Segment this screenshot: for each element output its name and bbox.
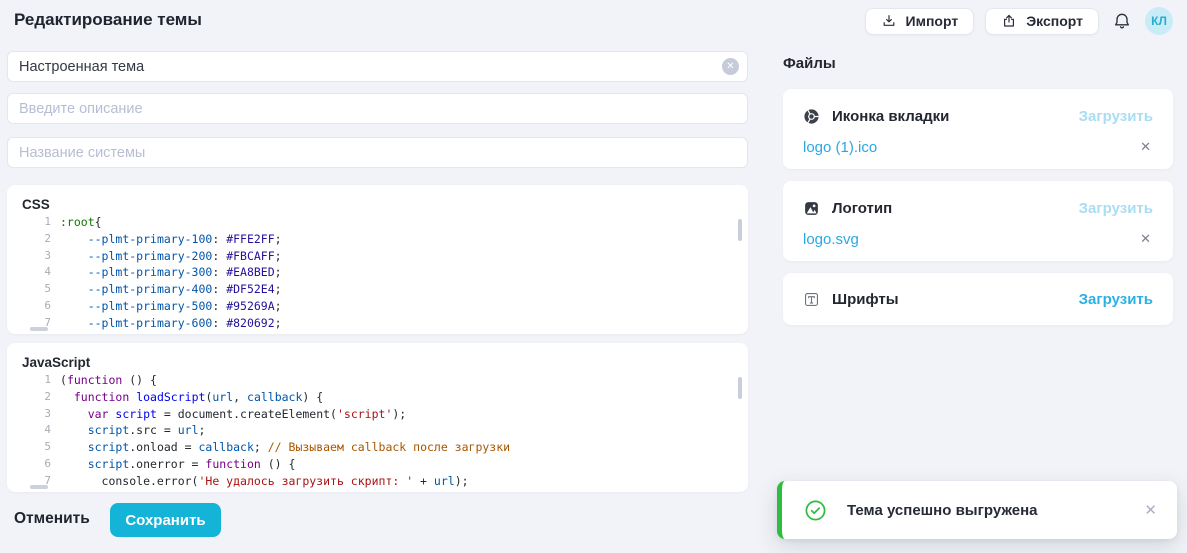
line-number: 4	[15, 422, 51, 439]
system-name-field	[7, 137, 748, 168]
code-line: 4 script.src = url;	[15, 422, 736, 439]
file-card-label: Логотип	[832, 200, 1067, 217]
line-number: 1	[15, 214, 51, 231]
line-number: 6	[15, 456, 51, 473]
theme-editor-page: Редактирование темы Импорт Экспорт	[0, 0, 1187, 553]
code-line: 5 --plmt-primary-400: #DF52E4;	[15, 281, 736, 298]
line-number: 3	[15, 248, 51, 265]
code-line: 3 var script = document.createElement('s…	[15, 406, 736, 423]
code-line: 5 script.onload = callback; // Вызываем …	[15, 439, 736, 456]
notifications-bell-icon[interactable]	[1110, 9, 1134, 33]
js-editor-card: JavaScript 1(function () {2 function loa…	[7, 343, 748, 492]
code-line: 6 --plmt-primary-500: #95269A;	[15, 298, 736, 315]
files-panel-title: Файлы	[783, 55, 836, 72]
favicon-icon	[803, 108, 820, 125]
line-number: 5	[15, 281, 51, 298]
line-number: 6	[15, 298, 51, 315]
code-line: 7 --plmt-primary-600: #820692;	[15, 315, 736, 330]
css-horizontal-scrollbar[interactable]	[30, 327, 48, 331]
toast-close-icon[interactable]: ✕	[1142, 499, 1159, 521]
system-name-input[interactable]	[7, 137, 748, 168]
description-input[interactable]	[7, 93, 748, 124]
code-line: 2 function loadScript(url, callback) {	[15, 389, 736, 406]
js-vertical-scrollbar[interactable]	[738, 377, 742, 399]
import-button-label: Импорт	[906, 13, 959, 29]
line-number: 4	[15, 264, 51, 281]
header-actions: Импорт Экспорт КЛ	[865, 7, 1173, 35]
files-panel: Иконка вкладкиЗагрузитьlogo (1).ico✕Лого…	[783, 89, 1173, 325]
css-editor-title: CSS	[22, 197, 50, 212]
user-avatar[interactable]: КЛ	[1145, 7, 1173, 35]
code-line: 4 --plmt-primary-300: #EA8BED;	[15, 264, 736, 281]
file-card: Шрифты Загрузить	[783, 273, 1173, 325]
code-line: 2 --plmt-primary-100: #FFE2FF;	[15, 231, 736, 248]
avatar-initials: КЛ	[1151, 14, 1167, 28]
file-card: Иконка вкладки Загрузить logo (1).ico✕	[783, 89, 1173, 169]
line-number: 3	[15, 406, 51, 423]
code-line: 6 script.onerror = function () {	[15, 456, 736, 473]
remove-file-icon[interactable]: ✕	[1138, 137, 1153, 157]
file-card-label: Иконка вкладки	[832, 108, 1067, 125]
fonts-icon	[803, 291, 820, 308]
theme-name-input[interactable]	[7, 51, 748, 82]
export-button-label: Экспорт	[1026, 13, 1083, 29]
logo-image-icon	[803, 200, 820, 217]
line-number: 2	[15, 389, 51, 406]
description-field	[7, 93, 748, 124]
code-line: 3 --plmt-primary-200: #FBCAFF;	[15, 248, 736, 265]
code-line: 1:root{	[15, 214, 736, 231]
file-card-label: Шрифты	[832, 291, 1067, 308]
line-number: 1	[15, 372, 51, 389]
line-number: 5	[15, 439, 51, 456]
save-button[interactable]: Сохранить	[110, 503, 221, 537]
remove-file-icon[interactable]: ✕	[1138, 229, 1153, 249]
theme-name-field: ✕	[7, 51, 748, 82]
export-upload-icon	[1001, 13, 1017, 29]
upload-button[interactable]: Загрузить	[1079, 108, 1153, 125]
js-editor-title: JavaScript	[22, 355, 90, 370]
file-card: Логотип Загрузить logo.svg✕	[783, 181, 1173, 261]
export-button[interactable]: Экспорт	[985, 8, 1099, 35]
code-line: 7 console.error('Не удалось загрузить ск…	[15, 473, 736, 488]
uploaded-file-link[interactable]: logo (1).ico	[803, 139, 1138, 156]
toast-success: Тема успешно выгружена ✕	[777, 481, 1177, 539]
code-line: 1(function () {	[15, 372, 736, 389]
toast-message: Тема успешно выгружена	[847, 502, 1142, 519]
line-number: 2	[15, 231, 51, 248]
clear-input-icon[interactable]: ✕	[722, 58, 739, 75]
css-vertical-scrollbar[interactable]	[738, 219, 742, 241]
import-download-icon	[881, 13, 897, 29]
success-check-icon	[804, 499, 827, 522]
cancel-button[interactable]: Отменить	[14, 510, 90, 528]
upload-button[interactable]: Загрузить	[1079, 200, 1153, 217]
import-button[interactable]: Импорт	[865, 8, 975, 35]
css-code-editor[interactable]: 1:root{2 --plmt-primary-100: #FFE2FF;3 -…	[15, 214, 736, 330]
upload-button[interactable]: Загрузить	[1079, 291, 1153, 308]
js-code-editor[interactable]: 1(function () {2 function loadScript(url…	[15, 372, 736, 488]
page-title: Редактирование темы	[14, 10, 202, 30]
js-horizontal-scrollbar[interactable]	[30, 485, 48, 489]
css-editor-card: CSS 1:root{2 --plmt-primary-100: #FFE2FF…	[7, 185, 748, 334]
uploaded-file-link[interactable]: logo.svg	[803, 231, 1138, 248]
